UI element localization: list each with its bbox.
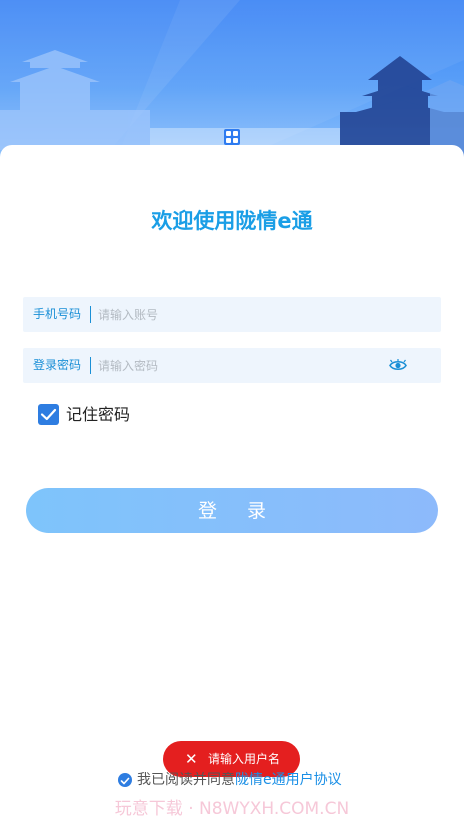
eye-icon[interactable] [389, 359, 407, 372]
phone-input[interactable] [98, 297, 378, 332]
field-divider [90, 357, 91, 374]
agreement-text: 我已阅读并同意陇情e通用户协议 [137, 771, 342, 789]
password-label: 登录密码 [33, 358, 82, 372]
password-field: 登录密码 [23, 348, 441, 383]
field-divider [90, 306, 91, 323]
remember-label: 记住密码 [66, 405, 131, 424]
login-card [0, 145, 464, 826]
check-icon [120, 777, 130, 785]
phone-field: 手机号码 [23, 297, 441, 332]
page-title: 欢迎使用陇情e通 [151, 209, 313, 233]
agreement-prefix: 我已阅读并同意 [137, 772, 235, 788]
login-button[interactable]: 登 录 [26, 488, 438, 533]
phone-label: 手机号码 [33, 307, 82, 321]
watermark: 玩意下载 · N8WYXH.COM.CN [114, 799, 350, 819]
agreement-link[interactable]: 陇情e通用户协议 [235, 772, 342, 788]
password-input[interactable] [98, 348, 378, 383]
check-icon [40, 408, 57, 421]
remember-checkbox[interactable] [38, 404, 59, 425]
grid-icon[interactable] [224, 129, 240, 145]
agreement-checkbox[interactable] [118, 773, 132, 787]
